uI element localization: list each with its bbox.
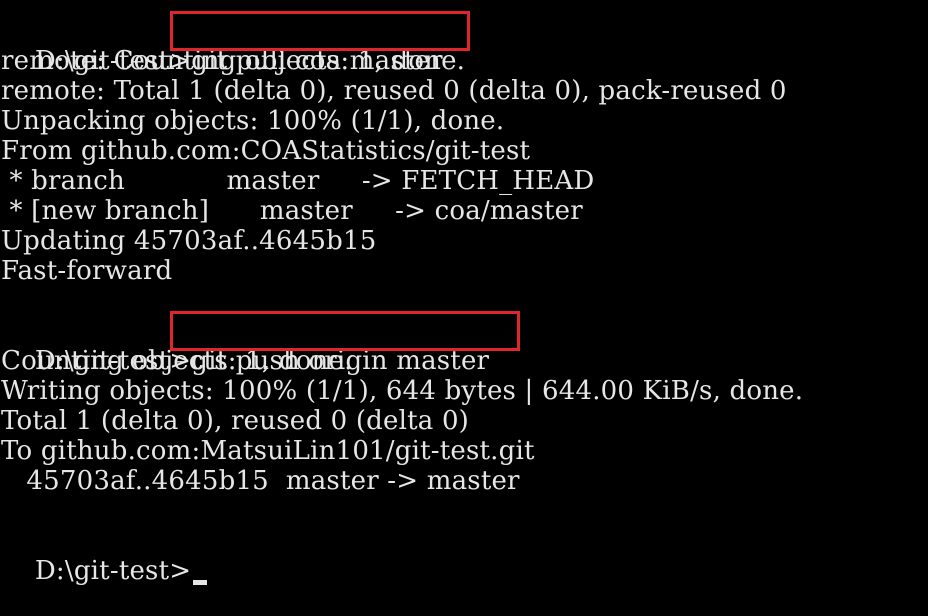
output-line: Fast-forward <box>1 256 173 286</box>
output-line: Total 1 (delta 0), reused 0 (delta 0) <box>1 406 470 436</box>
output-line: Writing objects: 100% (1/1), 644 bytes |… <box>1 376 804 406</box>
terminal-window[interactable]: D:\git-test>git pull coa master remote: … <box>0 0 928 586</box>
prompt-text: D:\git-test> <box>34 556 192 586</box>
output-line: remote: Counting objects: 1, done. <box>1 46 466 76</box>
command-git-push: git push origin master <box>191 346 490 376</box>
text-cursor <box>193 580 208 585</box>
prompt-line-push: D:\git-test>git push origin master <box>0 316 928 376</box>
command-git-pull: git pull coa master <box>191 46 443 76</box>
output-line: Updating 45703af..4645b15 <box>1 226 377 256</box>
output-line: * branch master -> FETCH_HEAD <box>1 166 595 196</box>
output-line: remote: Total 1 (delta 0), reused 0 (del… <box>1 76 787 106</box>
prompt-line-current[interactable]: D:\git-test> <box>0 526 928 586</box>
prompt-line-pull: D:\git-test>git pull coa master <box>0 16 928 76</box>
output-line: From github.com:COAStatistics/git-test <box>1 136 531 166</box>
output-line: 45703af..4645b15 master -> master <box>1 466 520 496</box>
output-line: To github.com:MatsuiLin101/git-test.git <box>1 436 535 466</box>
output-line: * [new branch] master -> coa/master <box>1 196 583 226</box>
output-line: Unpacking objects: 100% (1/1), done. <box>1 106 505 136</box>
